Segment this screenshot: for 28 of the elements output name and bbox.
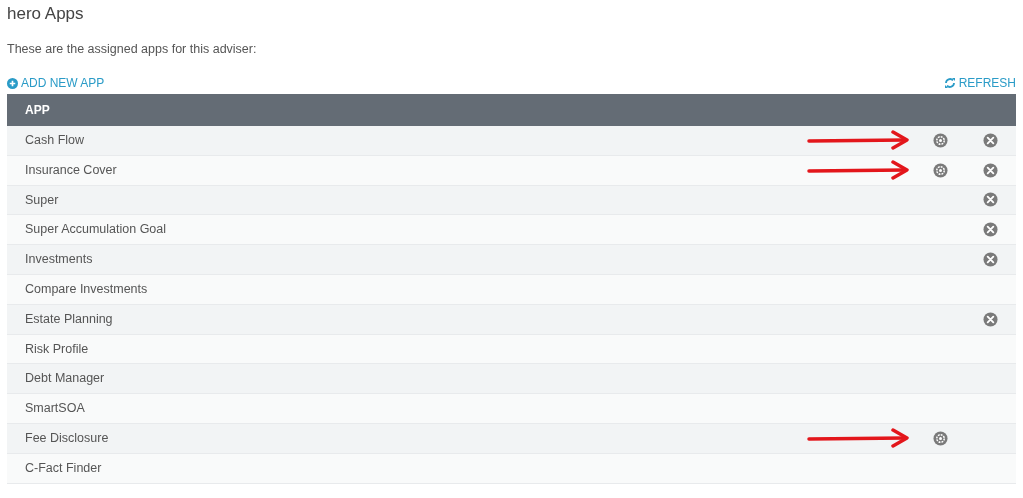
app-name: Super Accumulation Goal (24, 221, 168, 239)
refresh-icon (943, 77, 956, 89)
app-name: SmartSOA (24, 400, 86, 418)
remove-icon[interactable] (982, 192, 998, 208)
app-name: Estate Planning (24, 310, 114, 328)
settings-icon[interactable] (932, 162, 948, 178)
remove-icon[interactable] (982, 252, 998, 268)
app-name: C-Fact Finder (24, 459, 103, 477)
remove-icon[interactable] (982, 132, 998, 148)
page-subtitle: These are the assigned apps for this adviser: (7, 41, 258, 57)
column-header: APP (25, 102, 50, 119)
plus-icon (7, 77, 18, 89)
app-name: Fee Disclosure (24, 430, 110, 447)
remove-icon[interactable] (982, 162, 998, 178)
page-title: hero Apps (7, 4, 85, 24)
refresh-link[interactable]: REFRESH (943, 74, 1016, 92)
remove-icon[interactable] (982, 311, 998, 327)
app-name: Debt Manager (24, 370, 106, 388)
remove-icon[interactable] (982, 222, 998, 238)
app-name: Cash Flow (24, 132, 86, 149)
settings-icon[interactable] (932, 132, 948, 148)
app-name: Risk Profile (24, 340, 90, 358)
app-name: Super (24, 191, 60, 209)
add-new-app-link[interactable]: ADD NEW APP (7, 74, 105, 92)
app-name: Investments (24, 251, 94, 269)
app-name: Compare Investments (24, 281, 149, 298)
settings-icon[interactable] (932, 430, 948, 446)
app-name: Insurance Cover (24, 161, 118, 179)
